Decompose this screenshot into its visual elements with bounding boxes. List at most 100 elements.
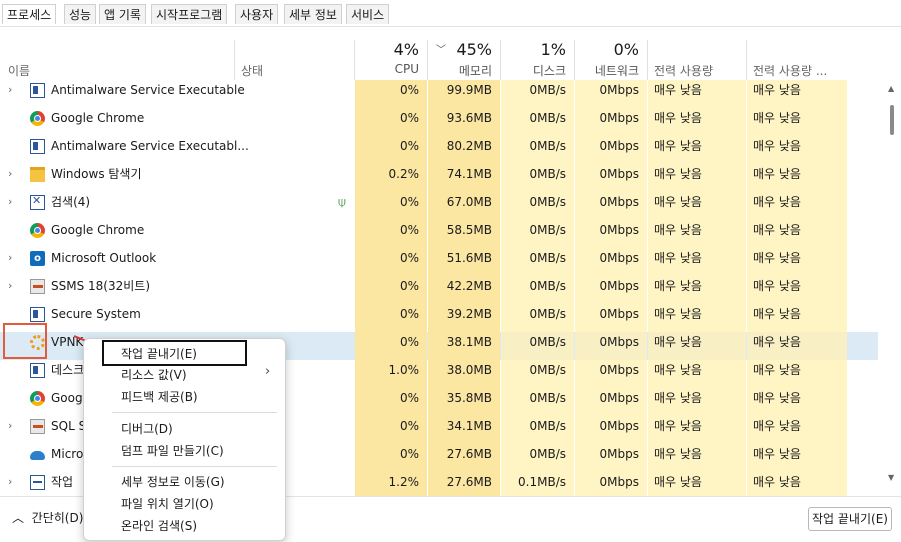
expand-chevron-icon[interactable]: › (8, 192, 18, 212)
power-cell: 매우 낮음 (648, 80, 746, 108)
scrollbar-thumb[interactable] (890, 105, 894, 135)
memory-cell: 42.2MB (428, 276, 500, 304)
memory-cell: 35.8MB (428, 388, 500, 416)
expand-chevron-icon[interactable]: › (8, 164, 18, 184)
table-row[interactable]: Google Chrome 0% 93.6MB 0MB/s 0Mbps 매우 낮음 매우 낮… (0, 108, 878, 136)
table-row[interactable]: Antimalware Service Executabl... 0% 80.2MB… (0, 136, 878, 164)
network-cell: 0Mbps (575, 304, 647, 332)
menu-item[interactable]: 피드백 제공(B) (121, 388, 198, 405)
tab-app-history[interactable]: 앱 기록 (99, 4, 146, 24)
chrome-icon (30, 391, 45, 406)
suspended-leaf-icon: ⍦ (338, 195, 346, 210)
process-name: Google Chrome (51, 111, 145, 125)
memory-cell: 51.6MB (428, 248, 500, 276)
expand-chevron-icon[interactable]: › (8, 416, 18, 436)
table-row[interactable]: ›검색(4)⍦0%67.0MB0MB/s0Mbps매우 낮음매우 낮음 (0, 192, 878, 220)
cpu-cell: 0% (355, 276, 427, 304)
power-trend-cell: 매우 낮음 (747, 108, 847, 136)
memory-cell: 80.2MB (428, 136, 500, 164)
menu-item[interactable]: 디버그(D) (121, 420, 173, 437)
power-cell: 매우 낮음 (648, 332, 746, 360)
disk-cell: 0MB/s (501, 388, 574, 416)
power-cell: 매우 낮음 (648, 192, 746, 220)
network-cell: 0Mbps (575, 248, 647, 276)
menu-separator (112, 466, 277, 467)
table-row[interactable]: Google Chrome 0% 58.5MB 0MB/s 0Mbps 매우 낮음 매우 낮… (0, 220, 878, 248)
power-cell: 매우 낮음 (648, 220, 746, 248)
col-power[interactable]: 전력 사용량 (654, 62, 713, 79)
tab-users[interactable]: 사용자 (235, 4, 279, 24)
col-name[interactable]: 이름 (8, 62, 30, 79)
cpu-cell: 0% (355, 192, 427, 220)
process-name: Micro (51, 447, 84, 461)
memory-cell: 38.0MB (428, 360, 500, 388)
menu-item[interactable]: 파일 위치 열기(O) (121, 495, 214, 512)
expand-chevron-icon[interactable]: › (8, 276, 18, 296)
disk-cell: 0MB/s (501, 164, 574, 192)
process-name: Secure System (51, 307, 141, 321)
table-row[interactable]: Secure System 0% 39.2MB 0MB/s 0Mbps 매우 낮음 매우 낮… (0, 304, 878, 332)
power-trend-cell: 매우 낮음 (747, 304, 847, 332)
outlook-icon: o (30, 251, 45, 266)
disk-cell: 0MB/s (501, 444, 574, 472)
menu-item[interactable]: 세부 정보로 이동(G) (121, 473, 225, 490)
power-trend-cell: 매우 낮음 (747, 332, 847, 360)
col-network[interactable]: 0% 네트워크 (575, 40, 647, 80)
col-power-trend[interactable]: 전력 사용량 ... (753, 62, 827, 79)
table-row[interactable]: › SSMS 18(32비트) 0% 42.2MB 0MB/s 0Mbps 매우 낮음 매우 … (0, 276, 878, 304)
disk-cell: 0MB/s (501, 276, 574, 304)
col-cpu[interactable]: 4% CPU (355, 40, 427, 80)
cpu-cell: 0% (355, 80, 427, 108)
tab-processes[interactable]: 프로세스 (2, 4, 57, 24)
ssms-icon (30, 419, 45, 434)
end-task-button[interactable]: 작업 끝내기(E) (808, 507, 892, 531)
memory-cell: 74.1MB (428, 164, 500, 192)
windows-service-icon (30, 307, 45, 322)
power-trend-cell: 매우 낮음 (747, 276, 847, 304)
expand-chevron-icon[interactable]: › (8, 248, 18, 268)
tab-services[interactable]: 서비스 (346, 4, 390, 24)
menu-item[interactable]: 리소스 값(V) (121, 366, 187, 383)
collapse-button[interactable]: ︿ 간단히(D) (12, 509, 83, 526)
power-trend-cell: 매우 낮음 (747, 416, 847, 444)
table-row[interactable]: › Windows 탐색기 0.2% 74.1MB 0MB/s 0Mbps 매우 낮음 매우 … (0, 164, 878, 192)
memory-cell: 58.5MB (428, 220, 500, 248)
tab-details[interactable]: 세부 정보 (284, 4, 342, 24)
memory-cell: 39.2MB (428, 304, 500, 332)
table-row[interactable]: › o Microsoft Outlook 0% 51.6MB 0MB/s 0Mbps 매우 … (0, 248, 878, 276)
expand-chevron-icon[interactable]: › (8, 80, 18, 100)
power-trend-cell: 매우 낮음 (747, 444, 847, 472)
table-row[interactable]: › Antimalware Service Executable 0% 99.9MB 0… (0, 80, 878, 108)
menu-item[interactable]: 온라인 검색(S) (121, 517, 197, 534)
tab-performance[interactable]: 성능 (64, 4, 97, 24)
cpu-cell: 0% (355, 416, 427, 444)
scroll-up-icon[interactable]: ▲ (888, 84, 894, 93)
process-name: Googl (51, 391, 86, 405)
tab-startup[interactable]: 시작프로그램 (151, 4, 228, 24)
col-status[interactable]: 상태 (241, 62, 263, 79)
process-name: SSMS 18(32비트) (51, 279, 151, 293)
context-menu: 작업 끝내기(E) 리소스 값(V) › 피드백 제공(B) 디버그(D) 덤프 파일 만… (83, 338, 286, 541)
disk-cell: 0MB/s (501, 108, 574, 136)
process-name: SQL S (51, 419, 87, 433)
process-name: Microsoft Outlook (51, 251, 157, 265)
power-cell: 매우 낮음 (648, 388, 746, 416)
tab-bar: 프로세스 성능 앱 기록 시작프로그램 사용자 세부 정보 서비스 (0, 0, 901, 27)
menu-item[interactable]: 덤프 파일 만들기(C) (121, 442, 224, 459)
scroll-down-icon[interactable]: ▼ (888, 473, 894, 482)
disk-cell: 0MB/s (501, 136, 574, 164)
power-cell: 매우 낮음 (648, 276, 746, 304)
cloud-icon (30, 451, 45, 460)
col-disk[interactable]: 1% 디스크 (501, 40, 574, 80)
process-name: Antimalware Service Executabl... (51, 139, 249, 153)
power-trend-cell: 매우 낮음 (747, 164, 847, 192)
cpu-cell: 0% (355, 248, 427, 276)
col-memory[interactable]: 45% 메모리 (428, 40, 500, 80)
expand-chevron-icon[interactable]: › (8, 472, 18, 492)
chrome-icon (30, 111, 45, 126)
memory-cell: 99.9MB (428, 80, 500, 108)
power-trend-cell: 매우 낮음 (747, 360, 847, 388)
memory-cell: 93.6MB (428, 108, 500, 136)
cpu-cell: 0% (355, 332, 427, 360)
network-cell: 0Mbps (575, 220, 647, 248)
